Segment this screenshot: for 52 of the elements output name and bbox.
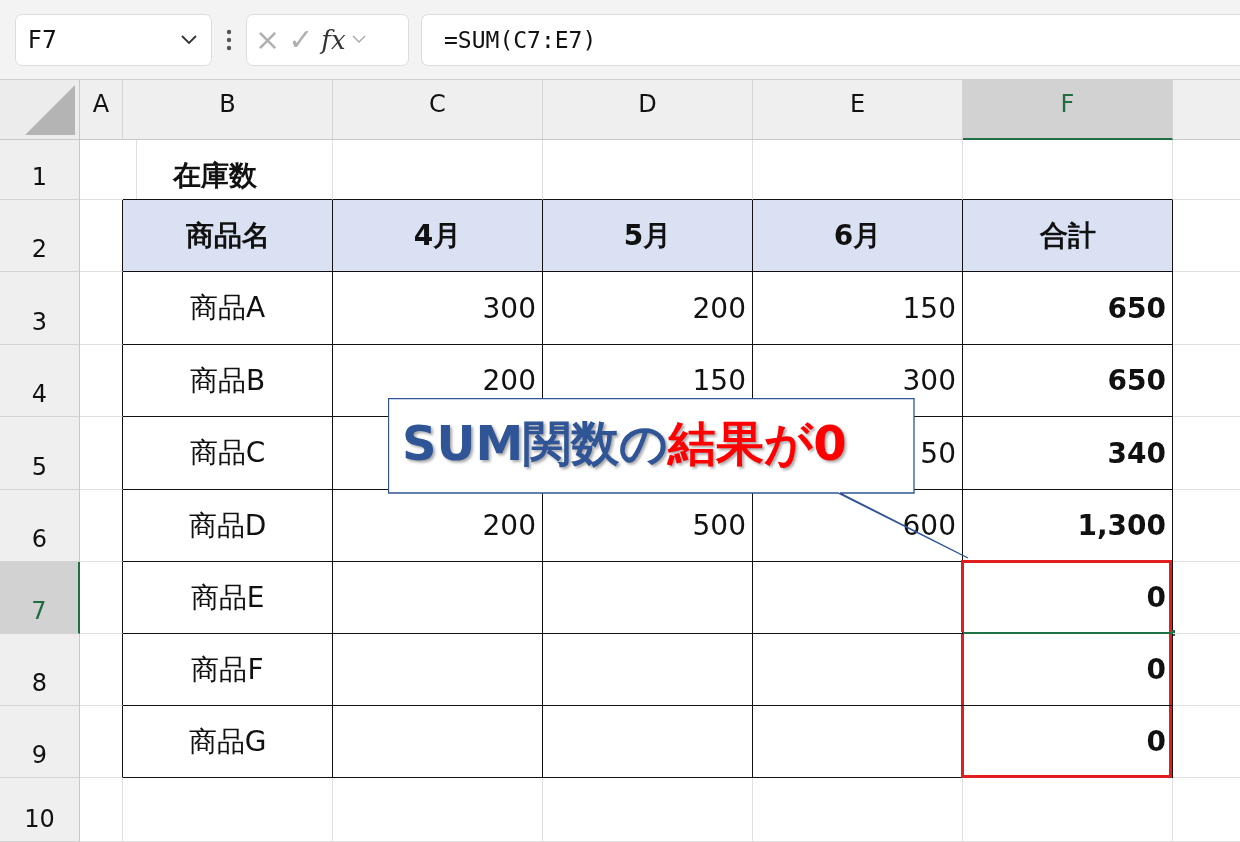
row-header[interactable]: 3 bbox=[0, 272, 80, 345]
column-header[interactable]: C bbox=[333, 80, 543, 140]
column-header[interactable]: B bbox=[123, 80, 333, 140]
table-cell: 0 bbox=[963, 706, 1173, 778]
row-header[interactable]: 8 bbox=[0, 634, 80, 706]
row-header[interactable]: 9 bbox=[0, 706, 80, 778]
table-cell: 商品名 bbox=[123, 200, 333, 272]
table-cell bbox=[80, 634, 123, 706]
table-cell: 商品D bbox=[123, 490, 333, 562]
table-cell: 150 bbox=[753, 272, 963, 345]
table-cell: 商品G bbox=[123, 706, 333, 778]
insert-function-button[interactable]: fx bbox=[319, 26, 348, 53]
table-cell: 5月 bbox=[543, 200, 753, 272]
row-header[interactable]: 5 bbox=[0, 417, 80, 490]
column-header[interactable]: A bbox=[80, 80, 123, 140]
dropdown-icon bbox=[181, 34, 197, 45]
table-cell: 商品B bbox=[123, 345, 333, 417]
formula-field[interactable]: =SUM(C7:E7) bbox=[421, 13, 1240, 66]
dropdown-icon[interactable] bbox=[351, 35, 366, 44]
table-cell: 商品C bbox=[123, 417, 333, 490]
row-header[interactable]: 7 bbox=[0, 562, 80, 634]
table-cell: 0 bbox=[963, 562, 1173, 634]
column-header[interactable]: E bbox=[753, 80, 963, 140]
table-cell: 0 bbox=[963, 634, 1173, 706]
table-cell: 650 bbox=[963, 345, 1173, 417]
name-box[interactable]: F7 bbox=[15, 13, 212, 66]
row-header[interactable]: 2 bbox=[0, 200, 80, 272]
table-cell: 商品F bbox=[123, 634, 333, 706]
table-cell: 4月 bbox=[333, 200, 543, 272]
table-cell bbox=[80, 778, 123, 842]
table-cell: 商品A bbox=[123, 272, 333, 345]
table-cell: 300 bbox=[333, 272, 543, 345]
table-cell: 200 bbox=[543, 272, 753, 345]
row-header[interactable]: 10 bbox=[0, 778, 80, 842]
table-cell bbox=[80, 345, 123, 417]
select-all-icon[interactable] bbox=[25, 85, 75, 135]
more-icon[interactable] bbox=[226, 28, 232, 51]
table-cell: 商品E bbox=[123, 562, 333, 634]
row-header[interactable]: 4 bbox=[0, 345, 80, 417]
table-cell: 650 bbox=[963, 272, 1173, 345]
column-header[interactable]: D bbox=[543, 80, 753, 140]
callout-text: SUM関数の結果が0 bbox=[402, 414, 847, 473]
table-cell: 1,300 bbox=[963, 490, 1173, 562]
table-cell bbox=[80, 562, 123, 634]
table-cell: 合計 bbox=[963, 200, 1173, 272]
table-cell: 340 bbox=[963, 417, 1173, 490]
table-cell bbox=[80, 706, 123, 778]
column-header[interactable]: F bbox=[963, 80, 1173, 140]
table-cell: 6月 bbox=[753, 200, 963, 272]
row-header[interactable]: 6 bbox=[0, 490, 80, 562]
table-cell bbox=[80, 490, 123, 562]
row-header[interactable]: 1 bbox=[0, 140, 80, 200]
